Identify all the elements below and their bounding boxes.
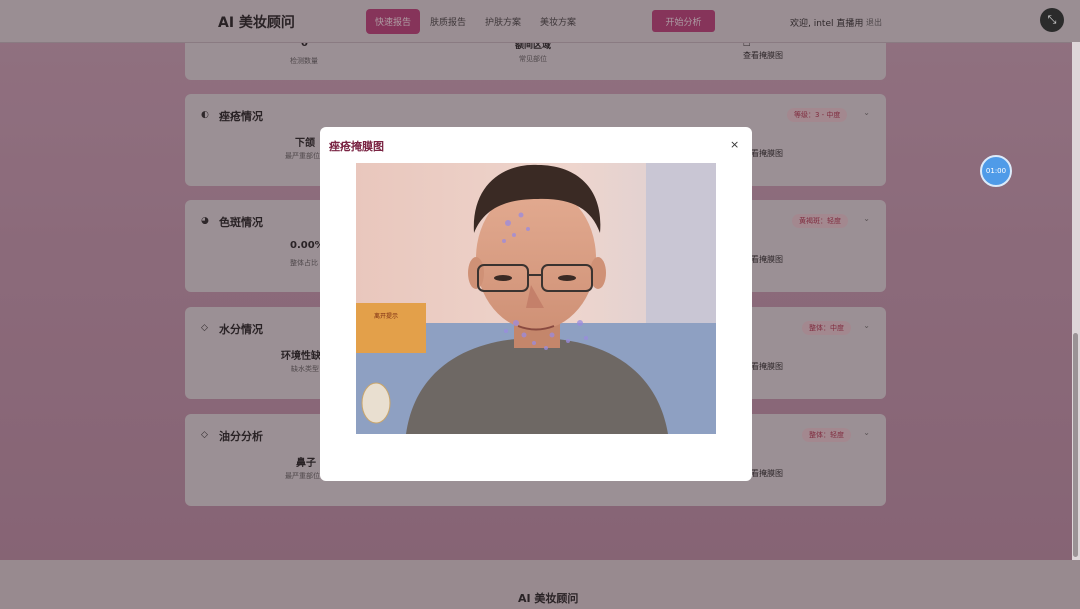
oil-view-mask-link[interactable]: 看掩膜图 (751, 468, 783, 479)
logout-link[interactable]: 退出 (866, 17, 882, 28)
moisture-title: 水分情况 (219, 323, 263, 336)
nav-skincare-plan[interactable]: 护肤方案 (476, 9, 530, 34)
acne-level-badge: 等级：3 - 中度 (787, 108, 848, 122)
oil-level-badge: 整体：轻度 (802, 428, 851, 442)
footer-brand: AI 美妆顾问 (518, 592, 579, 605)
main-nav: 快速报告 肤质报告 护肤方案 美妆方案 (366, 9, 586, 34)
spots-level-badge: 黄褐斑：轻度 (792, 214, 848, 228)
nav-skin-report[interactable]: 肤质报告 (421, 9, 475, 34)
droplet-icon: ◇ (201, 430, 208, 440)
modal-title: 痤疮掩膜图 (329, 140, 384, 153)
moisture-type-label: 缺水类型 (291, 365, 319, 373)
exit-fullscreen-icon[interactable]: ⤡ (1040, 8, 1064, 32)
welcome-text: 欢迎, intel 直播用 (790, 19, 864, 29)
acne-worst-area-label: 最严重部位 (285, 152, 320, 160)
common-area-label: 常见部位 (519, 55, 547, 63)
acne-worst-area: 下颌 (295, 138, 315, 149)
page-footer: AI 美妆顾问 (0, 560, 1080, 609)
close-icon[interactable]: × (730, 138, 739, 151)
spots-ratio-label: 整体占比 (290, 259, 318, 267)
brand-logo[interactable]: AI 美妆顾问 (218, 12, 295, 32)
nav-quick-report[interactable]: 快速报告 (366, 9, 421, 34)
acne-mask-modal: 痤疮掩膜图 × 离开提示 (320, 127, 752, 481)
oil-worst-area-label: 最严重部位 (285, 472, 320, 480)
chevron-down-icon[interactable]: ⌄ (863, 214, 870, 223)
face-photo-illustration: 离开提示 (356, 163, 716, 434)
detect-count-label: 检测数量 (290, 57, 318, 65)
chevron-down-icon[interactable]: ⌄ (863, 108, 870, 117)
acne-title: 痤疮情况 (219, 110, 263, 123)
moisture-view-mask-link[interactable]: 看掩膜图 (751, 361, 783, 372)
acne-icon: ◐ (201, 110, 209, 120)
countdown-timer: 01:00 (980, 155, 1012, 187)
spots-title: 色斑情况 (219, 216, 263, 229)
chevron-down-icon[interactable]: ⌄ (863, 428, 870, 437)
nav-makeup-plan[interactable]: 美妆方案 (531, 9, 585, 34)
view-mask-link[interactable]: 查看掩膜图 (743, 50, 783, 61)
droplet-icon: ◇ (201, 323, 208, 333)
sign-text: 离开提示 (374, 312, 398, 320)
chevron-down-icon[interactable]: ⌄ (863, 321, 870, 330)
spots-view-mask-link[interactable]: 看掩膜图 (751, 254, 783, 265)
top-nav-bar: AI 美妆顾问 快速报告 肤质报告 护肤方案 美妆方案 开始分析 欢迎, int… (0, 0, 1080, 43)
acne-mask-image: 离开提示 (356, 163, 716, 434)
oil-worst-area: 鼻子 (296, 458, 316, 469)
palette-icon: ◕ (201, 216, 209, 226)
start-analysis-button[interactable]: 开始分析 (652, 10, 715, 32)
oil-title: 油分分析 (219, 430, 263, 443)
moisture-type-value: 环境性缺 (281, 351, 321, 362)
moisture-level-badge: 整体：中度 (802, 321, 851, 335)
scrollbar-thumb[interactable] (1073, 333, 1078, 557)
acne-view-mask-link[interactable]: 看掩膜图 (751, 148, 783, 159)
